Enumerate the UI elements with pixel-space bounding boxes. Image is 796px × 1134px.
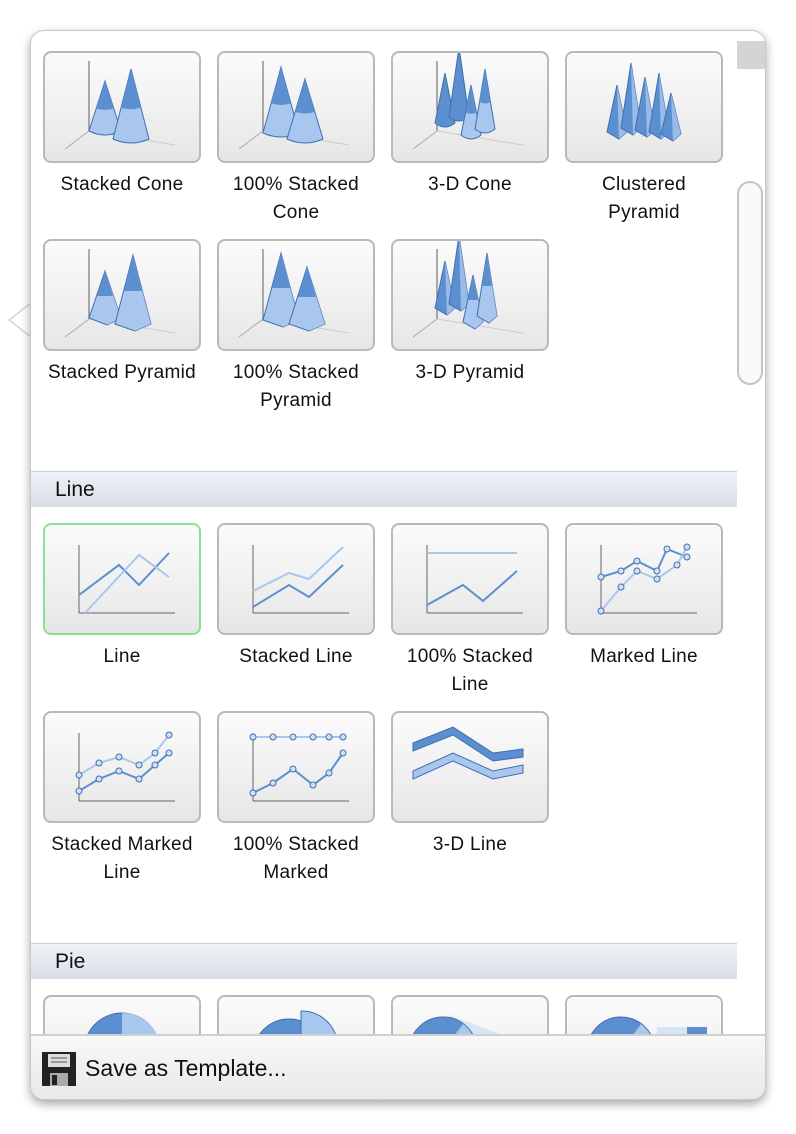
pie-of-pie-chart-icon bbox=[412, 1015, 500, 1034]
chart-type-button[interactable] bbox=[565, 523, 723, 635]
stacked-100-line-chart-icon bbox=[426, 545, 523, 614]
chart-type-label: 100% Stacked Cone bbox=[232, 174, 360, 223]
chart-type-button[interactable] bbox=[217, 711, 375, 823]
chart-type-stacked-pyramid[interactable]: Stacked Pyramid bbox=[43, 239, 201, 387]
stacked-line-chart-icon bbox=[252, 545, 349, 614]
chart-type-bar-of-pie[interactable]: Bar of Pie bbox=[565, 995, 723, 1034]
exploded-pie-chart-icon bbox=[259, 1010, 336, 1034]
chart-type-label: Stacked Marked Line bbox=[51, 834, 193, 883]
chart-type-3d-cone[interactable]: 3-D Cone bbox=[391, 46, 549, 199]
chart-type-stacked-cone[interactable]: Stacked Cone bbox=[43, 51, 201, 199]
line-chart-icon bbox=[78, 545, 175, 614]
save-as-template-button[interactable]: Save as Template... bbox=[31, 1034, 765, 1099]
stacked-pyramid-chart-icon bbox=[64, 249, 176, 338]
3d-line-chart-icon bbox=[412, 726, 524, 780]
chart-type-gallery-popover: Stacked Cone 100% Stacked Cone 3-D Cone Clu… bbox=[30, 30, 766, 1100]
bar-of-pie-chart-icon bbox=[590, 1016, 707, 1034]
chart-type-3d-pyramid[interactable]: 3-D Pyramid bbox=[391, 234, 549, 387]
chart-type-stacked-100-cone[interactable]: 100% Stacked Cone bbox=[217, 51, 375, 227]
chart-type-button[interactable] bbox=[43, 51, 201, 163]
chart-type-label: 3-D Cone bbox=[428, 174, 512, 195]
chart-type-label: Clustered Pyramid bbox=[601, 174, 687, 223]
chart-type-marked-line[interactable]: Marked Line bbox=[565, 523, 723, 671]
chart-type-stacked-line[interactable]: Stacked Line bbox=[217, 523, 375, 671]
chart-type-label: Stacked Line bbox=[239, 646, 353, 667]
3d-pyramid-chart-icon bbox=[412, 234, 524, 338]
chart-type-label: 3-D Line bbox=[432, 834, 508, 855]
chart-type-button[interactable] bbox=[43, 239, 201, 351]
chart-type-label: 100% Stacked Pyramid bbox=[232, 362, 360, 411]
chart-type-button[interactable] bbox=[217, 239, 375, 351]
chart-type-label: 3-D Pyramid bbox=[415, 362, 525, 383]
chart-type-button[interactable] bbox=[391, 995, 549, 1034]
chart-type-stacked-marked-line[interactable]: Stacked Marked Line bbox=[43, 711, 201, 887]
stacked-100-pyramid-chart-icon bbox=[238, 249, 350, 338]
save-as-template-label: Save as Template... bbox=[85, 1055, 287, 1081]
chart-type-label: Stacked Cone bbox=[60, 174, 184, 195]
chart-type-clustered-pyramid[interactable]: Clustered Pyramid bbox=[565, 51, 723, 227]
chart-type-button[interactable] bbox=[391, 46, 549, 163]
chart-type-button[interactable] bbox=[565, 995, 723, 1034]
chart-type-button[interactable] bbox=[217, 51, 375, 163]
stacked-marked-line-chart-icon bbox=[75, 731, 175, 802]
chart-type-button[interactable] bbox=[43, 995, 201, 1034]
section-header-line: Line bbox=[31, 471, 737, 507]
gallery-scroll-area[interactable]: Stacked Cone 100% Stacked Cone 3-D Cone Clu… bbox=[31, 31, 737, 1034]
chart-type-button[interactable] bbox=[43, 711, 201, 823]
scrollbar-top bbox=[737, 41, 765, 69]
chart-type-label: Marked Line bbox=[590, 646, 698, 667]
chart-type-button[interactable] bbox=[565, 51, 723, 163]
chart-type-label: Stacked Pyramid bbox=[47, 362, 197, 383]
chart-type-label: 100% Stacked Line bbox=[406, 646, 534, 695]
pie-chart-icon bbox=[87, 1012, 157, 1034]
chart-type-button[interactable] bbox=[391, 523, 549, 635]
chart-type-stacked-100-pyramid[interactable]: 100% Stacked Pyramid bbox=[217, 239, 375, 415]
chart-type-pie[interactable]: Pie bbox=[43, 995, 201, 1034]
3d-cone-chart-icon bbox=[412, 46, 524, 150]
chart-type-label: 100% Stacked Marked bbox=[232, 834, 360, 883]
chart-type-button[interactable] bbox=[217, 523, 375, 635]
chart-type-button[interactable] bbox=[391, 234, 549, 351]
chart-type-exploded-pie[interactable]: Exploded Pie bbox=[217, 995, 375, 1034]
chart-type-button[interactable] bbox=[217, 995, 375, 1034]
chart-type-button[interactable] bbox=[391, 711, 549, 823]
section-header-pie: Pie bbox=[31, 943, 737, 979]
chart-type-button[interactable] bbox=[43, 523, 201, 635]
chart-type-label: Line bbox=[103, 646, 141, 667]
chart-type-pie-of-pie[interactable]: Pie of Pie bbox=[391, 995, 549, 1034]
clustered-pyramid-chart-icon bbox=[606, 62, 682, 142]
chart-type-3d-line[interactable]: 3-D Line bbox=[391, 711, 549, 859]
chart-type-stacked-100-marked[interactable]: 100% Stacked Marked bbox=[217, 711, 375, 887]
chart-type-stacked-100-line[interactable]: 100% Stacked Line bbox=[391, 523, 549, 699]
stacked-100-cone-chart-icon bbox=[238, 61, 350, 150]
scrollbar-thumb[interactable] bbox=[737, 181, 763, 385]
stacked-cone-chart-icon bbox=[64, 61, 176, 150]
chart-type-line[interactable]: Line bbox=[43, 523, 201, 671]
marked-line-chart-icon bbox=[597, 543, 697, 615]
stacked-100-marked-chart-icon bbox=[249, 733, 349, 802]
floppy-disk-icon bbox=[42, 1051, 76, 1086]
